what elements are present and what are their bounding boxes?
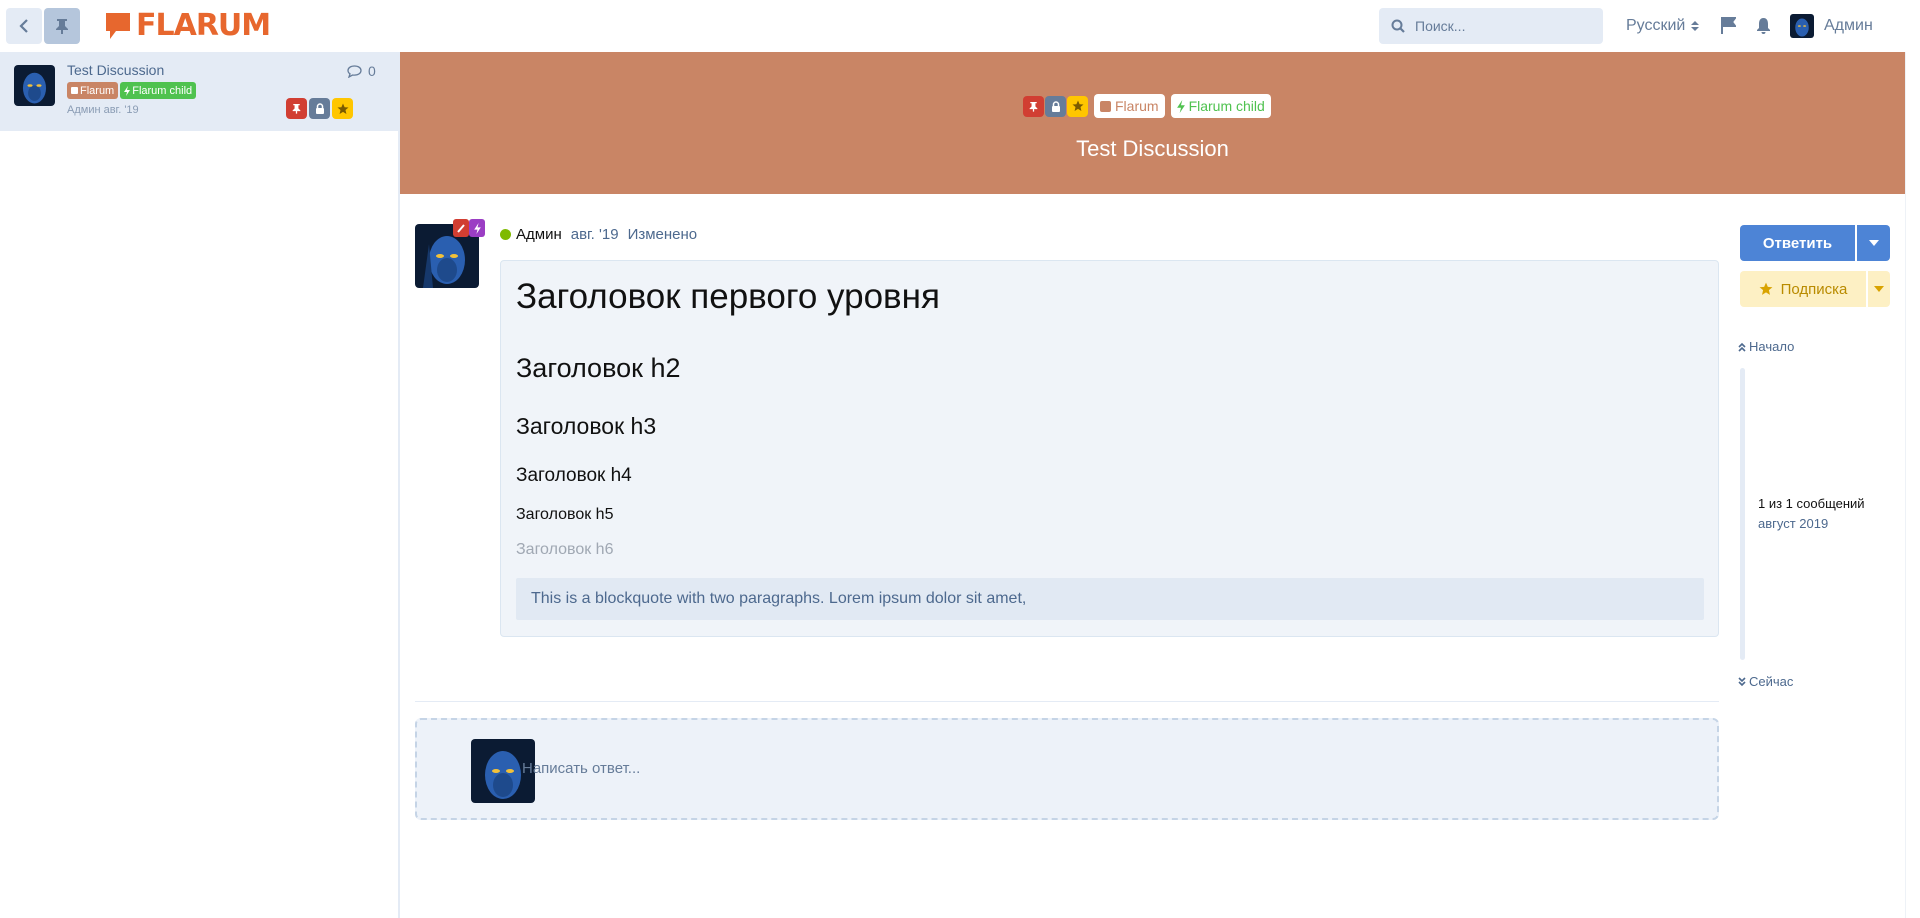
pin-button[interactable] [44, 8, 80, 44]
lock-icon [1051, 100, 1060, 112]
user-badges [453, 219, 485, 237]
comment-icon [347, 64, 362, 78]
post-header: Админ авг. '19 Изменено [500, 226, 697, 243]
star-icon [337, 103, 348, 114]
wand-icon [456, 224, 465, 233]
username: Админ [1824, 17, 1873, 34]
star-icon [1759, 282, 1773, 295]
tag-flarum-child[interactable]: Flarum child [1170, 94, 1271, 118]
app-header: FLARUM Русский Админ [0, 0, 1920, 52]
reply-button[interactable]: Ответить [1740, 225, 1855, 261]
search-icon [1391, 19, 1405, 33]
tag-icon [71, 87, 78, 94]
reply-placeholder-text: Написать ответ... [522, 760, 641, 777]
reply-dropdown-toggle[interactable] [1857, 225, 1890, 261]
bolt-icon [473, 222, 481, 234]
tag-icon [1100, 100, 1111, 112]
tag-flarum-child[interactable]: Flarum child [120, 82, 197, 99]
bolt-icon [124, 85, 131, 96]
heading-h4: Заголовок h4 [516, 465, 632, 486]
follow-button[interactable]: Подписка [1740, 271, 1866, 307]
post-date[interactable]: авг. '19 [571, 226, 619, 243]
scrollbar[interactable] [1905, 52, 1920, 918]
heading-h6: Заголовок h6 [516, 541, 614, 558]
back-icon [19, 19, 28, 33]
scrubber-start-label: Начало [1749, 339, 1795, 354]
following-badge [1067, 95, 1088, 117]
back-button[interactable] [6, 8, 42, 44]
scrubber-now[interactable]: Сейчас [1738, 674, 1793, 689]
locked-badge [1045, 95, 1066, 117]
blockquote: This is a blockquote with two paragraphs… [516, 578, 1704, 620]
discussion-meta: Админ авг. '19 [67, 104, 139, 116]
pin-icon [1029, 101, 1038, 112]
scrubber-position-date: август 2019 [1758, 516, 1829, 531]
scrubber-position: 1 из 1 сообщений август 2019 [1758, 496, 1865, 531]
search-input[interactable] [1415, 18, 1585, 34]
language-label: Русский [1626, 17, 1686, 34]
scrubber-track[interactable] [1740, 368, 1745, 660]
pinned-badge [286, 98, 307, 119]
hero-badges: Flarum Flarum child [1023, 94, 1271, 118]
discussion-tags: Flarum Flarum child [67, 82, 197, 99]
discussion-hero: Flarum Flarum child Test Discussion [400, 52, 1905, 194]
discussion-badges [286, 98, 353, 119]
logo-text: FLARUM [136, 8, 271, 43]
follow-dropdown-toggle[interactable] [1868, 271, 1890, 307]
double-chevron-up-icon [1738, 342, 1746, 352]
sort-icon [1691, 21, 1700, 31]
admin-badge [469, 219, 485, 237]
post-body: Заголовок первого уровня Заголовок h2 За… [500, 260, 1719, 637]
notifications-button[interactable] [1756, 17, 1771, 39]
bolt-icon [1176, 99, 1185, 113]
page-title: Test Discussion [1076, 136, 1229, 161]
flag-icon [1721, 17, 1737, 34]
online-indicator [500, 229, 511, 240]
post-edited[interactable]: Изменено [628, 226, 698, 243]
caret-down-icon [1868, 240, 1879, 246]
bell-icon [1757, 18, 1770, 34]
star-icon [1072, 100, 1083, 111]
mod-badge [453, 219, 469, 237]
caret-down-icon [1874, 286, 1884, 292]
reply-count: 0 [347, 63, 376, 79]
flags-button[interactable] [1721, 17, 1737, 39]
scrubber-start[interactable]: Начало [1738, 339, 1794, 354]
user-menu[interactable]: Админ [1790, 14, 1873, 38]
post-author[interactable]: Админ [516, 226, 562, 243]
lock-icon [315, 103, 324, 114]
tag-label: Flarum [1115, 98, 1159, 114]
reply-placeholder[interactable]: Написать ответ... [415, 718, 1719, 820]
language-selector[interactable]: Русский [1626, 17, 1700, 35]
discussion-title[interactable]: Test Discussion [67, 62, 164, 78]
site-logo[interactable]: FLARUM [106, 8, 271, 43]
pin-icon [292, 104, 301, 114]
avatar [1790, 14, 1814, 38]
tag-flarum[interactable]: Flarum [1094, 94, 1165, 118]
locked-badge [309, 98, 330, 119]
tag-label: Flarum [80, 84, 115, 97]
hero-status-badges [1023, 95, 1088, 117]
tag-label: Flarum child [132, 84, 193, 97]
pin-icon [56, 19, 68, 34]
double-chevron-down-icon [1738, 676, 1746, 686]
divider [415, 701, 1719, 702]
heading-h1: Заголовок первого уровня [516, 277, 940, 316]
reply-count-value: 0 [368, 63, 376, 79]
pinned-badge [1023, 95, 1044, 117]
heading-h5: Заголовок h5 [516, 506, 614, 523]
avatar[interactable] [14, 65, 55, 106]
tag-label: Flarum child [1188, 98, 1265, 114]
follow-label: Подписка [1780, 280, 1848, 298]
following-badge [332, 98, 353, 119]
search-box[interactable] [1379, 8, 1603, 44]
heading-h3: Заголовок h3 [516, 413, 657, 439]
list-item[interactable]: Test Discussion Flarum Flarum child Адми… [0, 52, 398, 131]
tag-flarum[interactable]: Flarum [67, 82, 119, 99]
scrubber-position-count: 1 из 1 сообщений [1758, 496, 1865, 511]
discussion-list: Test Discussion Flarum Flarum child Адми… [0, 52, 400, 918]
heading-h2: Заголовок h2 [516, 353, 681, 383]
scrubber-now-label: Сейчас [1749, 674, 1794, 689]
flarum-logo-icon [106, 13, 130, 39]
